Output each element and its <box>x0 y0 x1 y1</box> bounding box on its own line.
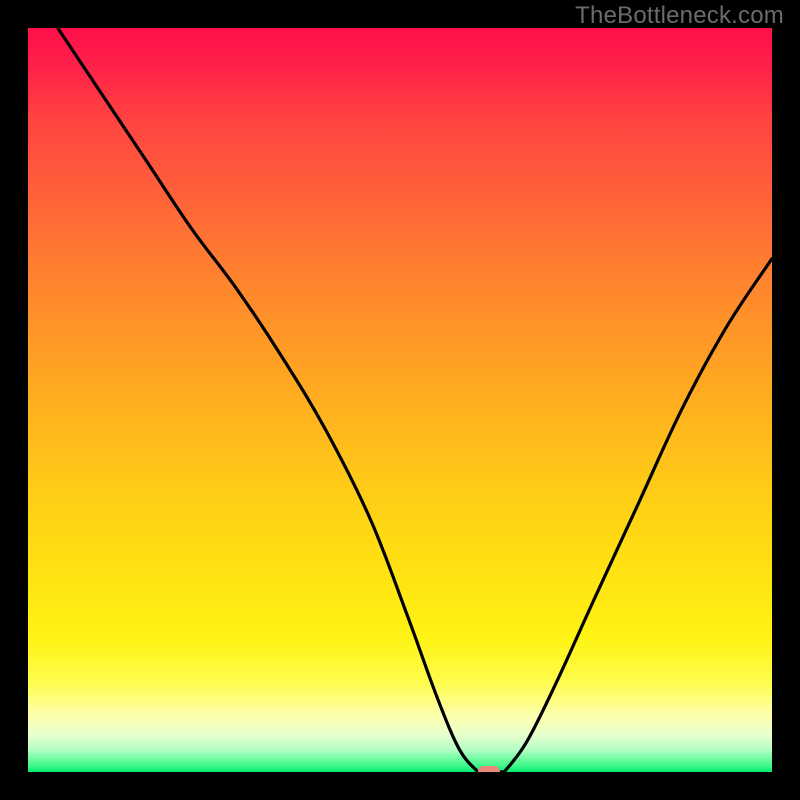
curve-left-branch <box>58 28 478 772</box>
watermark-text: TheBottleneck.com <box>575 2 784 30</box>
chart-container: TheBottleneck.com <box>0 0 800 800</box>
optimal-marker <box>478 766 500 772</box>
bottleneck-curve <box>28 28 772 772</box>
plot-area <box>28 28 772 772</box>
curve-right-branch <box>504 259 772 772</box>
